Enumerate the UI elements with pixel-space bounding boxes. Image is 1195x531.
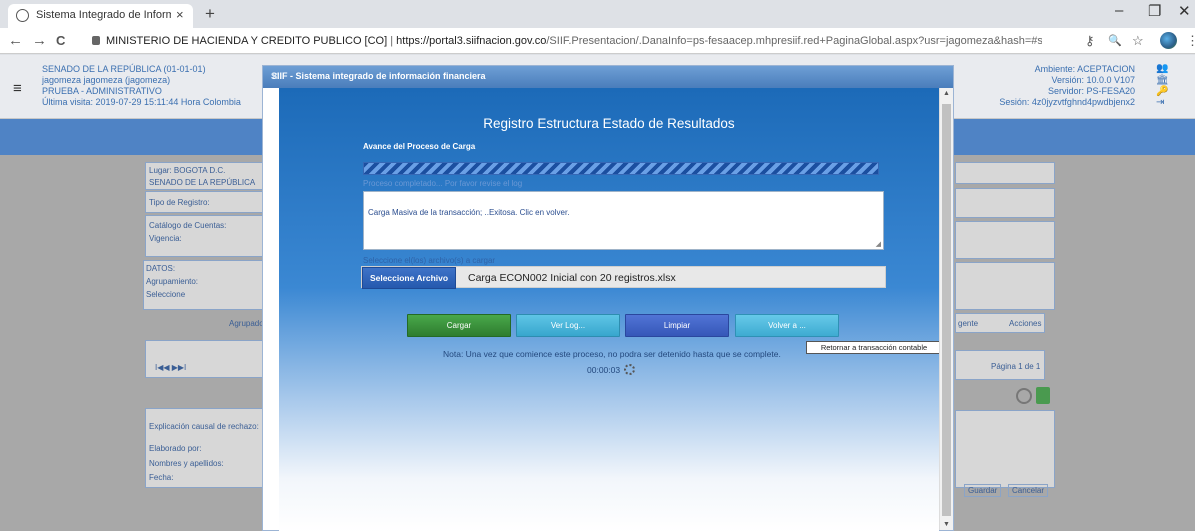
volver-button[interactable]: Volver a ... xyxy=(735,314,839,337)
site-identity: MINISTERIO DE HACIENDA Y CREDITO PUBLICO… xyxy=(106,35,388,47)
progress-label: Avance del Proceso de Carga xyxy=(363,142,476,151)
elapsed-timer: 00:00:03 xyxy=(587,365,621,375)
select-file-button[interactable]: Seleccione Archivo xyxy=(362,267,456,289)
user-label: jagomeza jagomeza (jagomeza) xyxy=(42,75,171,85)
resize-grip-icon[interactable]: ◢ xyxy=(876,240,881,248)
window-minimize-button[interactable]: – xyxy=(1115,2,1123,19)
bookmark-star-icon[interactable]: ☆ xyxy=(1132,33,1144,49)
url-separator: | xyxy=(390,35,394,47)
select-files-label: Seleccione el(los) archivo(s) a cargar xyxy=(363,256,496,265)
bg-right-box-2 xyxy=(955,188,1055,218)
file-input-row: Seleccione Archivo Carga ECON002 Inicial… xyxy=(361,266,886,289)
bg-guardar-button: Guardar xyxy=(964,484,1002,497)
scroll-down-icon[interactable]: ▼ xyxy=(943,521,950,528)
bg-cancelar-button: Cancelar xyxy=(1008,484,1049,497)
profile-label: PRUEBA - ADMINISTRATIVO xyxy=(42,86,162,96)
version-label: Versión: 10.0.0 V107 xyxy=(1051,75,1135,85)
excel-icon[interactable] xyxy=(1036,387,1050,404)
upload-progress-bar xyxy=(363,162,879,175)
bg-right-box-4 xyxy=(955,262,1055,310)
modal-body: Registro Estructura Estado de Resultados… xyxy=(279,88,942,531)
bg-agrupamiento: Agrupamiento: xyxy=(146,277,199,286)
bg-entidad: SENADO DE LA REPÚBLICA xyxy=(149,178,256,187)
log-text: Carga Masiva de la transacción; ..Exitos… xyxy=(368,208,570,217)
scrollbar-thumb[interactable] xyxy=(942,104,951,516)
browser-toolbar: ← → C MINISTERIO DE HACIENDA Y CREDITO P… xyxy=(0,28,1195,54)
browser-tab-bar: Sistema Integrado de Informació × + – ❐ … xyxy=(0,0,1195,28)
cargar-button[interactable]: Cargar xyxy=(407,314,511,337)
address-bar[interactable]: MINISTERIO DE HACIENDA Y CREDITO PUBLICO… xyxy=(92,31,1042,51)
url-path: /SIIF.Presentacion/.DanaInfo=ps-fesaacep… xyxy=(546,35,1042,47)
entity-label: SENADO DE LA REPÚBLICA (01-01-01) xyxy=(42,64,206,74)
back-button[interactable]: ← xyxy=(8,32,23,49)
bg-explicacion: Explicación causal de rechazo: xyxy=(149,422,259,431)
page: ≡ SENADO DE LA REPÚBLICA (01-01-01) jago… xyxy=(0,55,1195,531)
key-icon[interactable]: ⚷ xyxy=(1085,33,1095,49)
logout-icon[interactable]: ⇥ xyxy=(1156,97,1164,108)
bg-elaborado: Elaborado por: xyxy=(149,444,202,453)
modal-close-icon[interactable]: × xyxy=(271,69,945,83)
new-tab-button[interactable]: + xyxy=(205,4,215,24)
loading-spinner-icon xyxy=(624,364,635,375)
bg-right-box-3 xyxy=(955,221,1055,259)
modal-heading: Registro Estructura Estado de Resultados xyxy=(483,116,735,131)
bg-catalogo: Catálogo de Cuentas: xyxy=(149,221,227,230)
forward-button[interactable]: → xyxy=(32,32,47,49)
browser-menu-icon[interactable]: ⋮ xyxy=(1186,33,1195,49)
log-textarea[interactable]: Carga Masiva de la transacción; ..Exitos… xyxy=(363,191,884,250)
globe-icon xyxy=(16,9,29,22)
users-icon[interactable]: 👥 xyxy=(1156,63,1168,74)
modal-title-bar[interactable]: SIIF - Sistema integrado de información … xyxy=(263,66,953,88)
bg-pager-controls: I◀◀ ▶▶I xyxy=(155,363,187,372)
bg-seleccione: Seleccione xyxy=(146,290,186,299)
last-visit-label: Última visita: 2019-07-29 15:11:44 Hora … xyxy=(42,97,241,107)
reload-button[interactable]: C xyxy=(56,33,65,48)
modal-scrollbar[interactable]: ▲ ▼ xyxy=(939,88,953,530)
ver-log-button[interactable]: Ver Log... xyxy=(516,314,620,337)
window-close-button[interactable]: ✕ xyxy=(1178,2,1191,20)
lock-icon xyxy=(92,36,100,45)
tab-title: Sistema Integrado de Informació xyxy=(36,9,171,21)
window-restore-button[interactable]: ❐ xyxy=(1148,2,1161,20)
bg-agrupado-col: Agrupado xyxy=(229,319,264,328)
bg-right-textarea-box xyxy=(955,410,1055,488)
browser-tab[interactable]: Sistema Integrado de Informació × xyxy=(8,4,193,28)
scroll-up-icon[interactable]: ▲ xyxy=(943,90,950,97)
environment-label: Ambiente: ACEPTACION xyxy=(1034,64,1135,74)
bg-fecha: Fecha: xyxy=(149,473,174,482)
bg-lugar: Lugar: BOGOTA D.C. xyxy=(149,166,226,175)
volver-tooltip: Retornar a transacción contable xyxy=(806,341,942,354)
session-label: Sesión: 4z0jyzvtfghnd4pwdbjenx2 xyxy=(999,97,1135,107)
process-note: Nota: Una vez que comience este proceso,… xyxy=(443,349,781,359)
zoom-icon[interactable]: 🔍 xyxy=(1108,34,1122,47)
bg-right-box-1 xyxy=(955,162,1055,184)
hamburger-menu-icon[interactable]: ≡ xyxy=(13,80,22,97)
profile-avatar[interactable] xyxy=(1160,32,1177,49)
bg-acciones-col: Acciones xyxy=(1009,319,1042,328)
add-circle-icon[interactable] xyxy=(1016,388,1032,404)
bank-icon[interactable]: 🏛 xyxy=(1156,75,1169,86)
selected-file-name: Carga ECON002 Inicial con 20 registros.x… xyxy=(468,272,676,284)
bg-datos: DATOS: xyxy=(146,264,176,273)
process-status: Proceso completado... Por favor revise e… xyxy=(363,179,523,188)
bg-vigencia: Vigencia: xyxy=(149,234,182,243)
server-label: Servidor: PS-FESA20 xyxy=(1047,86,1135,96)
bg-vigente-col: gente xyxy=(958,319,979,328)
url-host: https://portal3.siifnacion.gov.co xyxy=(396,35,547,47)
modal-dialog: SIIF - Sistema integrado de información … xyxy=(262,65,954,531)
bg-pagina: Página 1 de 1 xyxy=(991,362,1041,371)
bg-tipo-registro: Tipo de Registro: xyxy=(149,198,210,207)
bg-pager-box xyxy=(145,340,265,378)
tab-close-icon[interactable]: × xyxy=(176,7,184,22)
key-icon[interactable]: 🔑 xyxy=(1156,86,1168,97)
limpiar-button[interactable]: Limpiar xyxy=(625,314,729,337)
bg-nombres: Nombres y apellidos: xyxy=(149,459,224,468)
